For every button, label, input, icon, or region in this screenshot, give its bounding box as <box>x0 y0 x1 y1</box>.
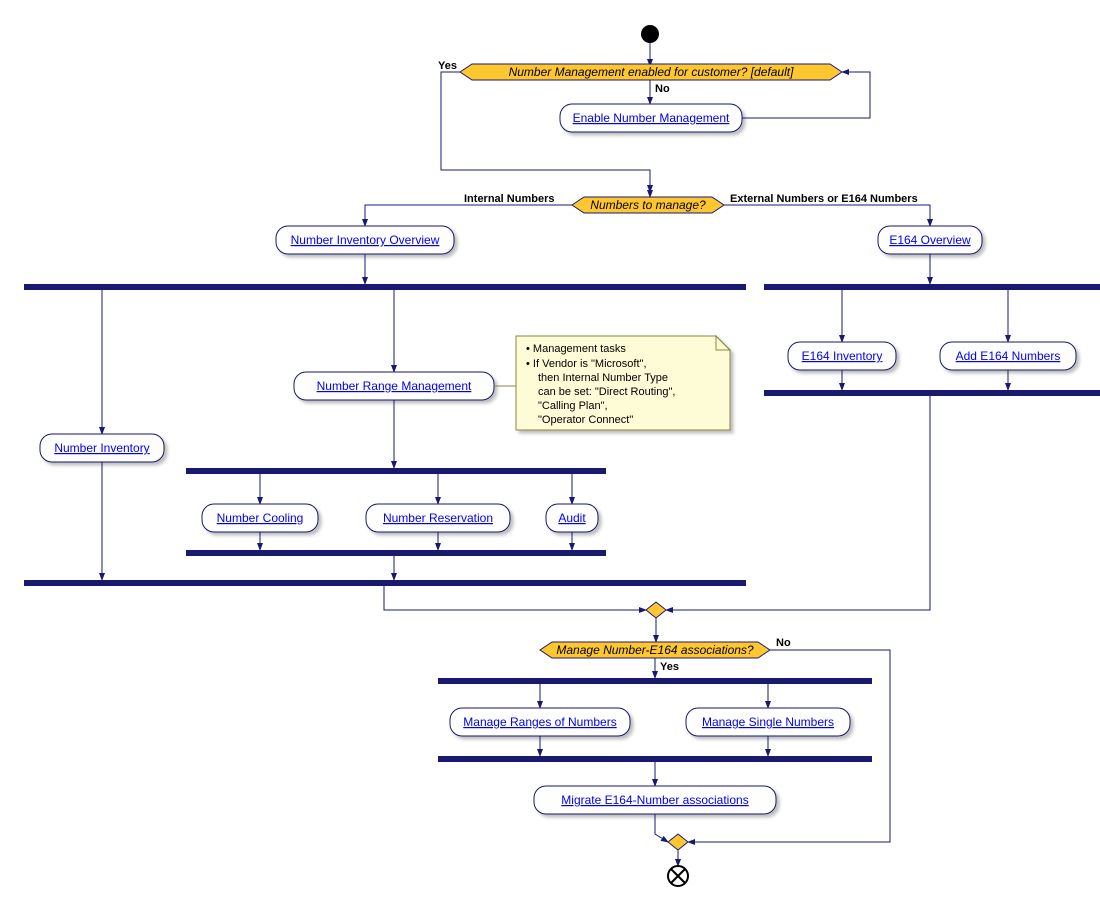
activity-manage-single-label: Manage Single Numbers <box>702 715 834 729</box>
note-line2b: then Internal Number Type <box>538 372 668 384</box>
activity-migrate-e164-label: Migrate E164-Number associations <box>561 793 748 807</box>
note-line2e: "Operator Connect" <box>538 414 633 426</box>
join-bar-assoc <box>438 756 872 762</box>
activity-audit-label: Audit <box>558 511 586 525</box>
join-bar-range <box>186 550 606 556</box>
activity-number-range-mgmt-label: Number Range Management <box>317 379 472 393</box>
start-node <box>641 25 659 43</box>
fork-bar-assoc <box>438 678 872 684</box>
fork-bar-e164 <box>764 284 1100 290</box>
activity-number-reservation-label: Number Reservation <box>383 511 493 525</box>
activity-enable-nm-label: Enable Number Management <box>573 111 730 125</box>
activity-e164-inventory-label: E164 Inventory <box>802 349 883 363</box>
edge-external: External Numbers or E164 Numbers <box>730 193 918 205</box>
svg-text:• Management tasks: • Management tasks <box>526 343 626 355</box>
activity-e164-overview-label: E164 Overview <box>889 233 971 247</box>
fork-bar-range <box>186 468 606 474</box>
edge-assoc-yes: Yes <box>660 661 679 673</box>
edge-no: No <box>655 83 670 95</box>
note-management-tasks: • Management tasks • If Vendor is "Micro… <box>516 336 730 430</box>
svg-text:• If Vendor is "Microsoft",: • If Vendor is "Microsoft", <box>526 358 647 370</box>
merge-node <box>646 602 666 618</box>
edge-yes: Yes <box>438 60 457 72</box>
edge-assoc-no: No <box>776 637 791 649</box>
decision-manage-assoc-label: Manage Number-E164 associations? <box>556 643 754 657</box>
note-line2c: can be set: "Direct Routing", <box>538 386 675 398</box>
note-line2a: If Vendor is "Microsoft", <box>533 358 647 370</box>
edge-internal: Internal Numbers <box>464 193 554 205</box>
activity-number-inventory-label: Number Inventory <box>54 441 149 455</box>
merge-node-final <box>668 834 688 850</box>
note-line1: Management tasks <box>533 343 626 355</box>
activity-number-cooling-label: Number Cooling <box>217 511 304 525</box>
decision-numbers-to-manage-label: Numbers to manage? <box>590 198 706 212</box>
activity-manage-ranges-label: Manage Ranges of Numbers <box>463 715 616 729</box>
activity-diagram: Number Management enabled for customer? … <box>10 10 1100 898</box>
activity-add-e164-label: Add E164 Numbers <box>956 349 1061 363</box>
join-bar-internal <box>24 580 746 586</box>
fork-bar-internal <box>24 284 746 290</box>
decision-nm-enabled-label: Number Management enabled for customer? … <box>509 65 794 79</box>
join-bar-e164 <box>764 390 1100 396</box>
activity-num-inv-overview-label: Number Inventory Overview <box>291 233 440 247</box>
note-line2d: "Calling Plan", <box>538 400 608 412</box>
